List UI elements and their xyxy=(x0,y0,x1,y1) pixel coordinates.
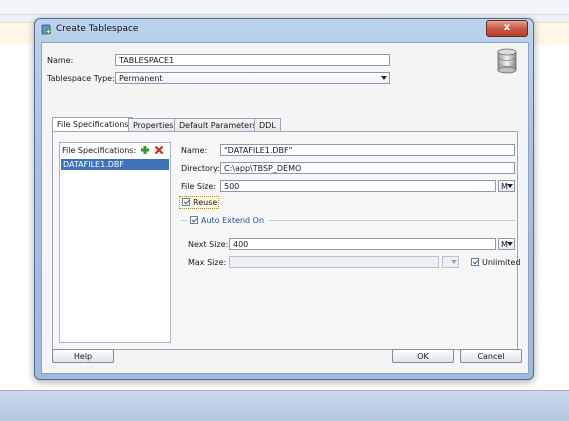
dialog-title: Create Tablespace xyxy=(56,24,139,34)
database-add-icon xyxy=(41,24,51,35)
tablespace-type-label: Tablespace Type: xyxy=(47,74,115,83)
max-size-input[interactable] xyxy=(229,256,439,268)
max-size-label: Max Size: xyxy=(188,258,227,267)
file-size-input[interactable]: 500 xyxy=(220,180,496,192)
next-size-label: Next Size: xyxy=(188,240,229,249)
tab-properties[interactable]: Properties xyxy=(128,118,179,131)
add-icon[interactable] xyxy=(140,145,150,155)
next-size-unit-select[interactable]: M xyxy=(498,238,515,250)
tab-file-specifications[interactable]: File Specifications xyxy=(52,117,134,131)
delete-icon[interactable] xyxy=(154,145,164,155)
tablespace-type-select[interactable]: Permanent xyxy=(115,72,390,84)
tab-ddl[interactable]: DDL xyxy=(254,118,281,131)
list-item[interactable]: DATAFILE1.DBF xyxy=(61,159,169,170)
file-specifications-list-panel: File Specifications: DATAFILE1.DBF xyxy=(59,142,171,343)
dialog-body: Name: TABLESPACE1 Tablespace Type: Perma… xyxy=(41,42,529,374)
unlimited-label: Unlimited xyxy=(482,258,521,267)
chevron-down-icon xyxy=(507,242,513,246)
file-size-label: File Size: xyxy=(181,182,217,191)
file-name-input[interactable]: "DATAFILE1.DBF" xyxy=(220,144,515,156)
directory-input[interactable]: C:\app\TBSP_DEMO xyxy=(220,162,515,174)
database-icon xyxy=(497,48,517,74)
ok-button[interactable]: OK xyxy=(392,349,454,363)
chevron-down-icon xyxy=(451,260,457,264)
tablespace-type-value: Permanent xyxy=(119,74,163,83)
reuse-checkbox[interactable] xyxy=(182,198,190,206)
app-status-area xyxy=(0,390,569,421)
next-size-input[interactable]: 400 xyxy=(229,238,496,250)
file-specifications-label: File Specifications: xyxy=(62,146,137,155)
unlimited-checkbox[interactable] xyxy=(471,258,479,266)
app-toolbar-background xyxy=(0,0,569,15)
dialog-titlebar[interactable]: Create Tablespace x xyxy=(35,19,533,41)
help-button[interactable]: Help xyxy=(52,349,114,363)
chevron-down-icon xyxy=(507,184,513,188)
name-label: Name: xyxy=(47,56,74,65)
tablespace-name-input[interactable]: TABLESPACE1 xyxy=(115,54,390,66)
reuse-label: Reuse xyxy=(193,198,218,207)
directory-label: Directory: xyxy=(181,164,220,173)
file-name-label: Name: xyxy=(181,146,208,155)
file-size-unit-select[interactable]: M xyxy=(498,180,515,192)
create-tablespace-dialog: Create Tablespace x Name: TABLESPACE1 Ta… xyxy=(34,18,534,380)
max-size-unit-select[interactable] xyxy=(442,256,459,268)
tab-default-parameters[interactable]: Default Parameters xyxy=(174,118,262,131)
chevron-down-icon xyxy=(381,76,387,80)
cancel-button[interactable]: Cancel xyxy=(460,349,522,363)
file-specifications-panel: File Specifications: DATAFILE1.DBF Name:… xyxy=(52,131,521,350)
auto-extend-checkbox[interactable] xyxy=(190,216,198,224)
close-button[interactable]: x xyxy=(486,20,528,37)
auto-extend-label: Auto Extend On xyxy=(201,216,265,225)
